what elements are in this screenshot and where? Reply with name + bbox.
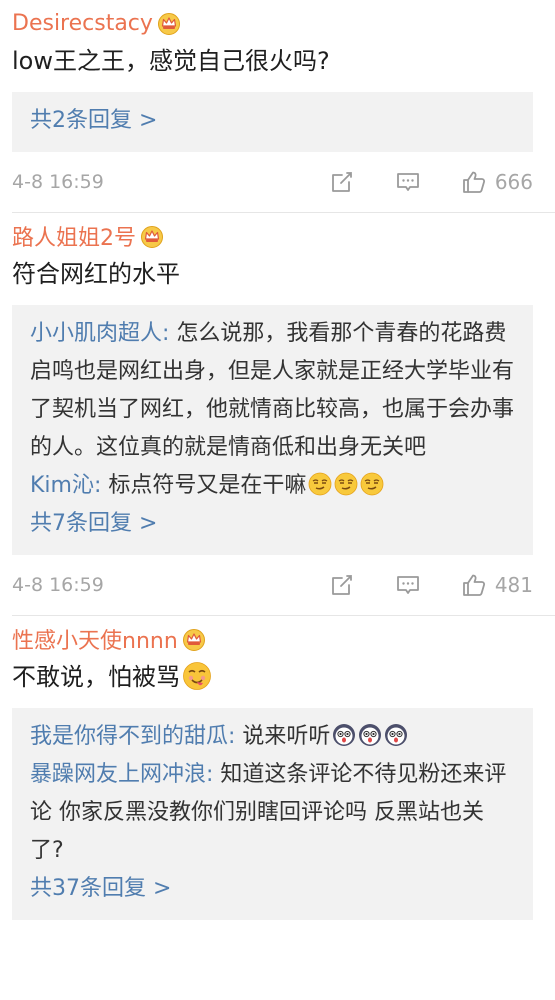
share-icon[interactable]: [329, 169, 355, 195]
comment-icon[interactable]: [395, 572, 421, 598]
reply-box[interactable]: 小小肌肉超人: 怎么说那，我看那个青春的花路费启鸣也是网红出身，但是人家就是正经…: [12, 305, 533, 555]
username[interactable]: 性感小天使nnnn: [12, 623, 178, 655]
crown-icon: [182, 627, 206, 651]
shocked-emoji: [358, 723, 382, 747]
like-count: 666: [494, 170, 533, 194]
like-count: 481: [494, 573, 533, 597]
comment-item: 性感小天使nnnn 不敢说，怕被骂 我是你得不到的甜瓜: 说来听听 暴躁网友上网…: [0, 616, 555, 920]
more-replies-link[interactable]: 共7条回复 >: [30, 505, 515, 543]
comment-text-body: 不敢说，怕被骂: [12, 663, 180, 691]
like-icon[interactable]: [461, 169, 487, 195]
comment-item: Desirecstacy low王之王，感觉自己很火吗? 共2条回复 > 4-8…: [0, 0, 555, 212]
comment-meta: 4-8 16:59 481: [12, 555, 555, 615]
shocked-emoji: [332, 723, 356, 747]
reply-item: Kim沁: 标点符号又是在干嘛: [30, 467, 515, 505]
reply-item: 我是你得不到的甜瓜: 说来听听: [30, 718, 515, 756]
smirk-emoji: [334, 472, 358, 496]
reply-box[interactable]: 共2条回复 >: [12, 92, 533, 152]
reply-item: 小小肌肉超人: 怎么说那，我看那个青春的花路费启鸣也是网红出身，但是人家就是正经…: [30, 315, 515, 467]
reply-box[interactable]: 我是你得不到的甜瓜: 说来听听 暴躁网友上网冲浪: 知道这条评论不待见粉还来评论…: [12, 708, 533, 920]
crown-icon: [140, 224, 164, 248]
reply-username[interactable]: 我是你得不到的甜瓜:: [30, 724, 235, 749]
reply-text: 标点符号又是在干嘛: [101, 473, 307, 498]
shocked-emoji: [384, 723, 408, 747]
username[interactable]: Desirecstacy: [12, 11, 153, 36]
crown-icon: [157, 11, 181, 35]
yum-emoji: [182, 661, 212, 691]
comment-text: 符合网红的水平: [12, 260, 180, 288]
comment-meta: 4-8 16:59 666: [12, 152, 555, 212]
comment-text: low王之王，感觉自己很火吗?: [12, 47, 330, 75]
share-icon[interactable]: [329, 572, 355, 598]
timestamp: 4-8 16:59: [12, 574, 104, 596]
smirk-emoji: [308, 472, 332, 496]
reply-username[interactable]: 暴躁网友上网冲浪:: [30, 762, 213, 787]
comment-actions: 481: [329, 572, 555, 598]
reply-text: 说来听听: [235, 724, 331, 749]
reply-item: 暴躁网友上网冲浪: 知道这条评论不待见粉还来评论 你家反黑没教你们别瞎回评论吗 …: [30, 756, 515, 870]
username[interactable]: 路人姐姐2号: [12, 220, 136, 252]
comment-header: Desirecstacy: [12, 0, 555, 40]
timestamp: 4-8 16:59: [12, 171, 104, 193]
more-replies-link[interactable]: 共2条回复 >: [30, 102, 515, 140]
reply-username[interactable]: Kim沁:: [30, 473, 101, 498]
comment-item: 路人姐姐2号 符合网红的水平 小小肌肉超人: 怎么说那，我看那个青春的花路费启鸣…: [0, 213, 555, 615]
comment-actions: 666: [329, 169, 555, 195]
comment-text: 不敢说，怕被骂: [12, 658, 555, 696]
smirk-emoji: [360, 472, 384, 496]
comment-icon[interactable]: [395, 169, 421, 195]
like-icon[interactable]: [461, 572, 487, 598]
reply-username[interactable]: 小小肌肉超人:: [30, 321, 169, 346]
comment-header: 性感小天使nnnn: [12, 616, 555, 656]
more-replies-link[interactable]: 共37条回复 >: [30, 870, 515, 908]
comment-header: 路人姐姐2号: [12, 213, 555, 253]
